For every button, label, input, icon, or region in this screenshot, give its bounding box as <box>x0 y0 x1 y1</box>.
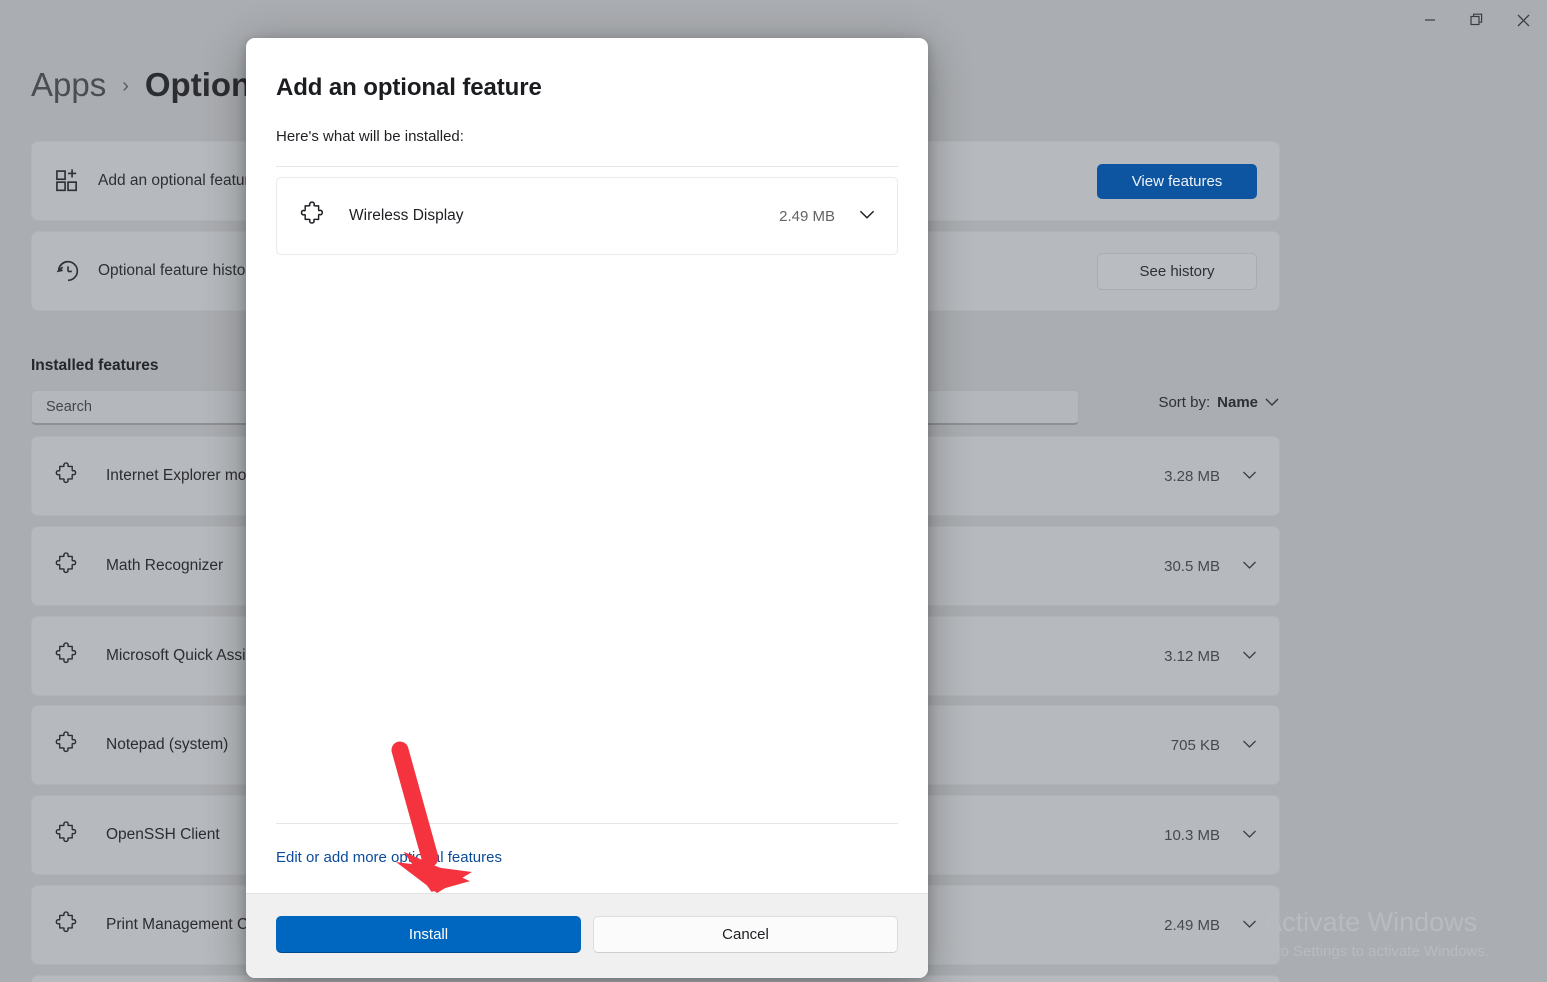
chevron-down-icon[interactable] <box>859 207 875 225</box>
puzzle-piece-icon <box>54 461 106 492</box>
item-size: 2.49 MB <box>779 208 835 225</box>
search-placeholder: Search <box>46 399 92 415</box>
puzzle-piece-icon <box>299 200 349 233</box>
window-titlebar <box>0 0 1547 40</box>
feature-size: 3.28 MB <box>1164 468 1220 485</box>
list-item[interactable]: Wireless Display 2.49 MB <box>276 177 898 255</box>
puzzle-piece-icon <box>54 641 106 672</box>
watermark-subtitle: Go to Settings to activate Windows. <box>1252 940 1489 964</box>
install-button[interactable]: Install <box>276 916 581 953</box>
installed-features-heading: Installed features <box>31 357 159 375</box>
sort-by-value: Name <box>1217 394 1258 411</box>
breadcrumb-separator-icon: › <box>122 75 129 98</box>
feature-size: 2.49 MB <box>1164 917 1220 934</box>
dialog-subtitle: Here's what will be installed: <box>276 128 898 145</box>
breadcrumb-root[interactable]: Apps <box>31 66 106 104</box>
see-history-button[interactable]: See history <box>1097 253 1257 290</box>
activate-windows-watermark: Activate Windows Go to Settings to activ… <box>1252 906 1489 964</box>
feature-size: 3.12 MB <box>1164 648 1220 665</box>
chevron-down-icon[interactable] <box>1242 736 1257 754</box>
view-features-button[interactable]: View features <box>1097 164 1257 199</box>
chevron-down-icon <box>1265 394 1279 411</box>
divider <box>276 166 898 167</box>
dialog-title: Add an optional feature <box>276 74 898 102</box>
puzzle-piece-icon <box>54 551 106 582</box>
chevron-down-icon[interactable] <box>1242 647 1257 665</box>
feature-size: 705 KB <box>1171 737 1220 754</box>
chevron-down-icon[interactable] <box>1242 557 1257 575</box>
watermark-title: Activate Windows <box>1252 906 1489 940</box>
puzzle-piece-icon <box>54 910 106 941</box>
screen: Apps › Optional features Add an optional… <box>0 0 1547 982</box>
history-clock-icon <box>54 257 98 285</box>
dialog-footer: Install Cancel <box>246 893 928 978</box>
dialog-body: Add an optional feature Here's what will… <box>246 38 928 893</box>
feature-size: 30.5 MB <box>1164 558 1220 575</box>
close-icon[interactable] <box>1500 0 1547 40</box>
edit-optional-features-link[interactable]: Edit or add more optional features <box>276 849 502 866</box>
feature-size: 10.3 MB <box>1164 827 1220 844</box>
cancel-button[interactable]: Cancel <box>593 916 898 953</box>
puzzle-piece-icon <box>54 820 106 851</box>
dialog-link-row: Edit or add more optional features <box>276 824 898 893</box>
item-name: Wireless Display <box>349 207 779 225</box>
sort-by-control[interactable]: Sort by: Name <box>1158 394 1279 411</box>
puzzle-piece-icon <box>54 730 106 761</box>
add-optional-feature-dialog: Add an optional feature Here's what will… <box>246 38 928 978</box>
add-grid-icon <box>54 167 98 195</box>
dialog-spacer <box>276 255 898 823</box>
chevron-down-icon[interactable] <box>1242 826 1257 844</box>
sort-by-label: Sort by: <box>1158 394 1210 411</box>
minimize-icon[interactable] <box>1406 0 1453 40</box>
restore-icon[interactable] <box>1453 0 1500 40</box>
chevron-down-icon[interactable] <box>1242 467 1257 485</box>
